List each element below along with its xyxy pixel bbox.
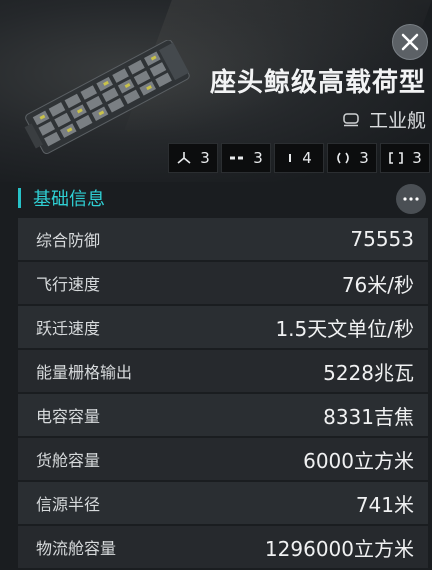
stat-value: 75553 [350,227,414,251]
stat-row-cargo: 货舱容量 6000立方米 [18,438,428,480]
slot-count: 3 [200,149,210,167]
stat-label: 物流舱容量 [36,539,117,558]
stat-row-speed: 飞行速度 76米/秒 [18,262,428,304]
fitting-slots: 3 3 4 3 3 [168,143,430,173]
more-options-button[interactable] [396,184,426,214]
slot-subsystem[interactable]: 3 [380,143,430,173]
stat-row-warp-speed: 跃迁速度 1.5天文单位/秒 [18,306,428,348]
stat-value: 76米/秒 [341,272,414,297]
stat-label: 飞行速度 [36,275,101,294]
stat-value: 6000立方米 [303,448,414,473]
stat-row-defense: 综合防御 75553 [18,218,428,260]
more-options-icon [403,197,419,201]
stat-value: 1296000立方米 [264,536,414,561]
stat-row-logistics-hold: 物流舱容量 1296000立方米 [18,526,428,568]
ship-class-label: 工业舰 [368,110,426,132]
close-icon [401,33,419,51]
stat-row-signature-radius: 信源半径 741米 [18,482,428,524]
section-accent-bar [18,188,21,208]
close-button[interactable] [392,24,428,60]
slot-count: 3 [412,149,422,167]
slot-low[interactable]: 4 [274,143,324,173]
stat-label: 电容容量 [36,407,101,426]
rig-slot-icon [337,152,350,164]
ship-class: 工业舰 [343,106,426,133]
ship-hero-panel: 座头鲸级高载荷型 工业舰 3 3 4 3 3 [0,0,432,182]
stat-value: 5228兆瓦 [323,360,414,385]
stat-label: 信源半径 [36,495,101,514]
slot-count: 3 [359,149,369,167]
section-header: 基础信息 [18,182,428,214]
ship-image [24,40,190,155]
stat-value: 741米 [355,492,414,517]
slot-count: 3 [253,149,263,167]
section-title: 基础信息 [33,189,105,210]
high-slot-icon [177,152,191,164]
stat-row-capacitor: 电容容量 8331吉焦 [18,394,428,436]
stat-row-powergrid: 能量栅格输出 5228兆瓦 [18,350,428,392]
stat-label: 综合防御 [36,231,101,250]
stat-value: 1.5天文单位/秒 [275,316,414,341]
stat-label: 货舱容量 [36,451,101,470]
low-slot-icon [289,154,292,162]
ship-name: 座头鲸级高载荷型 [209,68,426,98]
mid-slot-icon [230,156,244,160]
stat-value: 8331吉焦 [323,404,414,429]
slot-mid[interactable]: 3 [221,143,271,173]
stats-list: 综合防御 75553 飞行速度 76米/秒 跃迁速度 1.5天文单位/秒 能量栅… [18,218,428,570]
ship-class-icon [343,112,359,126]
slot-count: 4 [302,149,312,167]
stat-label: 能量栅格输出 [36,363,133,382]
slot-rig[interactable]: 3 [327,143,377,173]
slot-high[interactable]: 3 [168,143,218,173]
stat-label: 跃迁速度 [36,319,101,338]
subsystem-slot-icon [389,152,404,164]
